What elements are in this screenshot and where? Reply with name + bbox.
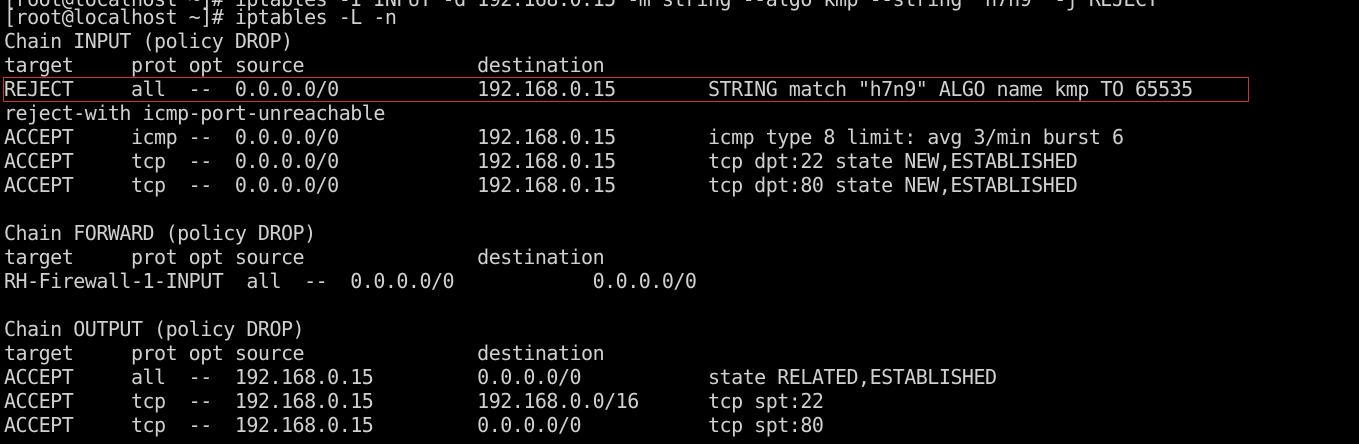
rule-row: ACCEPT tcp -- 0.0.0.0/0 192.168.0.15 tcp… (4, 149, 1078, 173)
rule-row: ACCEPT tcp -- 0.0.0.0/0 192.168.0.15 tcp… (4, 173, 1078, 197)
column-header-row: target prot opt source destination (4, 245, 605, 269)
rule-row: ACCEPT icmp -- 0.0.0.0/0 192.168.0.15 ic… (4, 125, 1124, 149)
column-header-row: target prot opt source destination (4, 53, 605, 77)
chain-output-header: Chain OUTPUT (policy DROP) (4, 317, 305, 341)
rule-row: ACCEPT all -- 192.168.0.15 0.0.0.0/0 sta… (4, 365, 997, 389)
rule-row: RH-Firewall-1-INPUT all -- 0.0.0.0/0 0.0… (4, 269, 697, 293)
terminal-window[interactable]: [root@localhost ~]# iptables -I INPUT -d… (0, 0, 1359, 444)
chain-input-header: Chain INPUT (policy DROP) (4, 29, 293, 53)
column-header-row: target prot opt source destination (4, 341, 605, 365)
rule-row: ACCEPT tcp -- 192.168.0.15 192.168.0.0/1… (4, 389, 824, 413)
chain-forward-header: Chain FORWARD (policy DROP) (4, 221, 316, 245)
command-prompt-line: [root@localhost ~]# iptables -L -n (4, 5, 397, 29)
rule-row: ACCEPT tcp -- 192.168.0.15 0.0.0.0/0 tcp… (4, 413, 824, 437)
reject-rule-row: REJECT all -- 0.0.0.0/0 192.168.0.15 STR… (4, 77, 1193, 101)
reject-with-line: reject-with icmp-port-unreachable (4, 101, 385, 125)
